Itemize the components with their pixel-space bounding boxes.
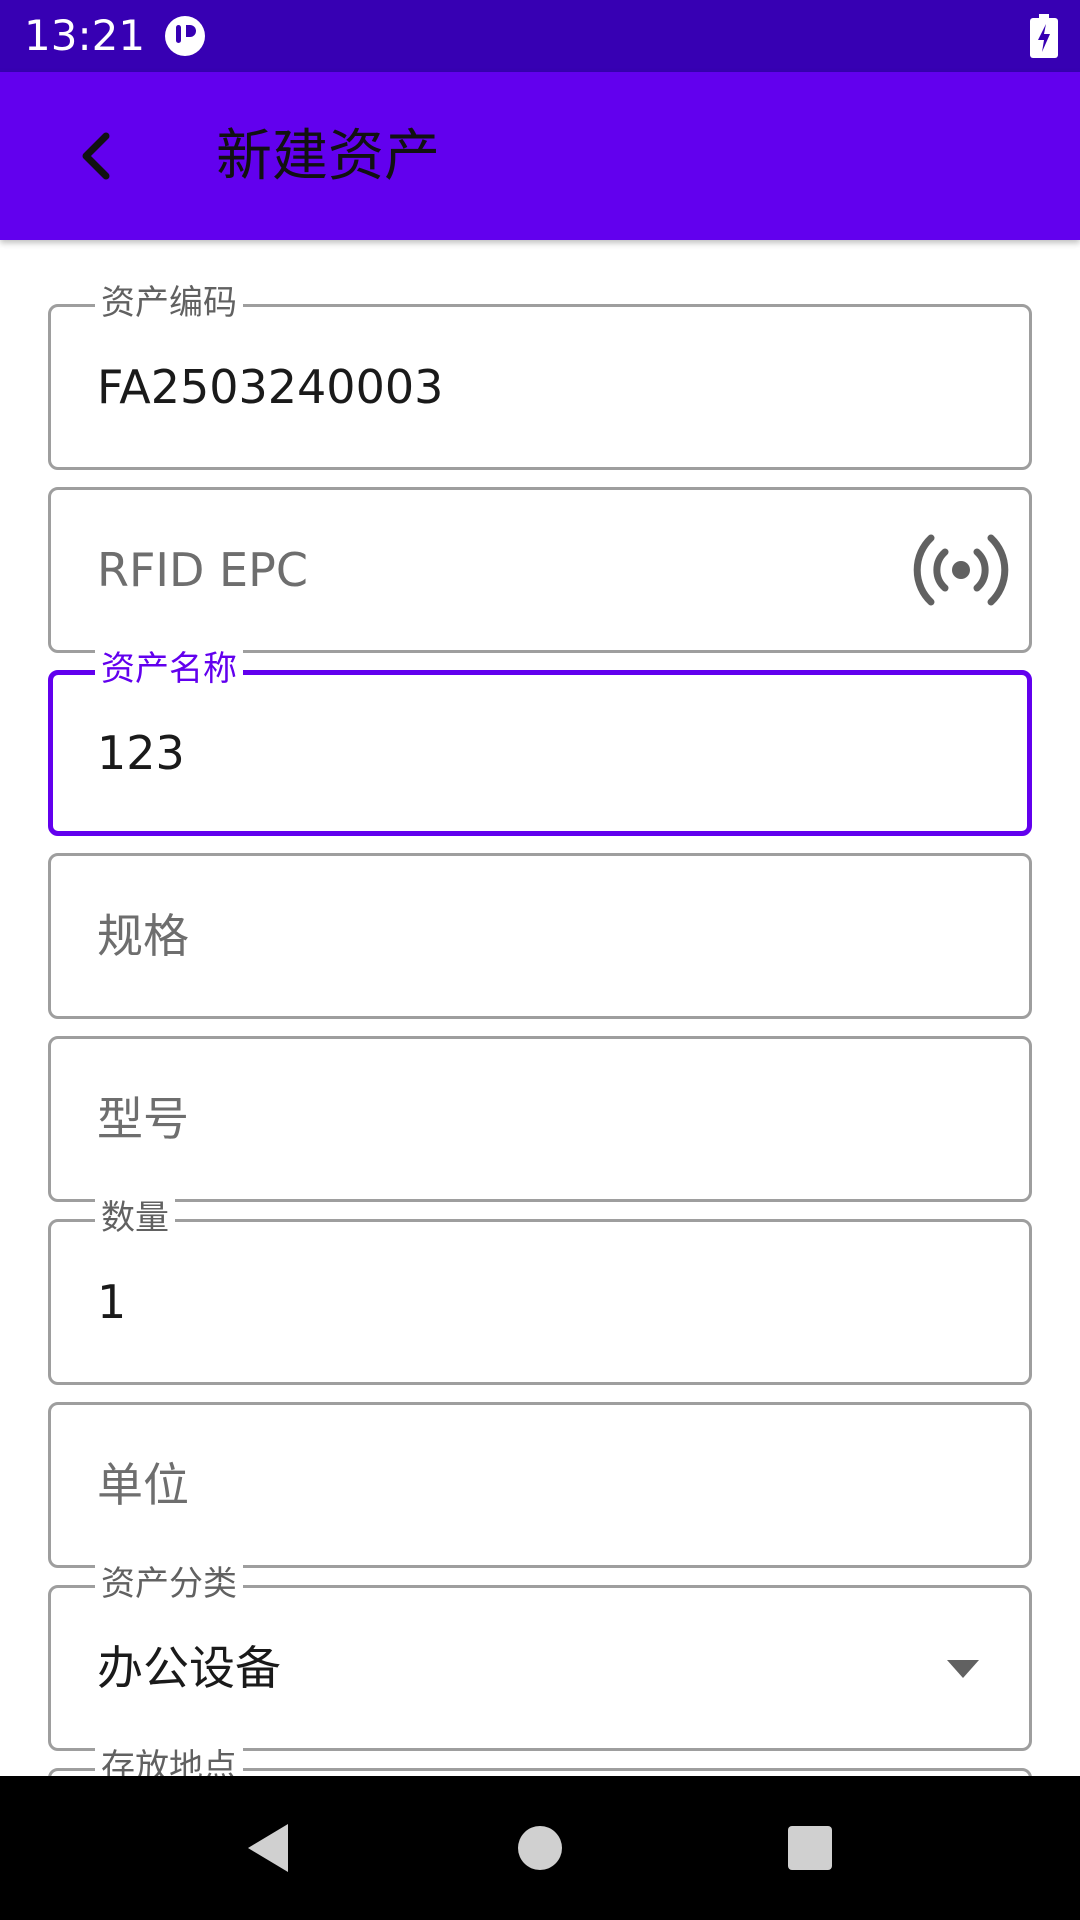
- app-notification-icon: [165, 16, 205, 56]
- location-field[interactable]: 存放地点: [48, 1745, 1032, 1776]
- nav-recents-icon: [788, 1826, 832, 1870]
- quantity-field[interactable]: 数量 1: [48, 1196, 1032, 1385]
- nav-back-button[interactable]: [226, 1806, 310, 1890]
- app-bar: 新建资产: [0, 72, 1080, 240]
- battery-charging-icon: [1030, 14, 1058, 58]
- category-value[interactable]: 办公设备: [97, 1588, 281, 1748]
- asset-form: 资产编码 FA2503240003 RFID EPC 资产名称 123 规格 型…: [0, 240, 1080, 1776]
- spec-placeholder: 规格: [97, 909, 189, 963]
- unit-placeholder: 单位: [97, 1458, 189, 1512]
- back-button[interactable]: [48, 108, 144, 204]
- nav-home-button[interactable]: [498, 1806, 582, 1890]
- nav-home-icon: [518, 1826, 562, 1870]
- asset-code-field[interactable]: 资产编码 FA2503240003: [48, 281, 1032, 470]
- system-nav-bar: [0, 1776, 1080, 1920]
- unit-field[interactable]: 单位: [48, 1402, 1032, 1568]
- model-field[interactable]: 型号: [48, 1036, 1032, 1202]
- rfid-scan-icon[interactable]: [913, 530, 1009, 610]
- nav-recents-button[interactable]: [768, 1806, 852, 1890]
- location-label: 存放地点: [95, 1745, 243, 1776]
- back-arrow-icon: [82, 132, 110, 180]
- rfid-epc-placeholder: RFID EPC: [97, 543, 308, 597]
- asset-code-value[interactable]: FA2503240003: [97, 307, 443, 467]
- rfid-epc-field[interactable]: RFID EPC: [48, 487, 1032, 653]
- page-title: 新建资产: [216, 124, 440, 189]
- nav-back-icon: [248, 1824, 288, 1872]
- category-dropdown[interactable]: 资产分类 办公设备: [48, 1562, 1032, 1751]
- asset-name-value[interactable]: 123: [97, 675, 185, 831]
- dropdown-arrow-icon[interactable]: [947, 1660, 979, 1678]
- status-time: 13:21: [24, 11, 146, 60]
- status-bar: 13:21: [0, 0, 1080, 72]
- model-placeholder: 型号: [97, 1092, 189, 1146]
- quantity-value[interactable]: 1: [97, 1222, 126, 1382]
- spec-field[interactable]: 规格: [48, 853, 1032, 1019]
- asset-name-field[interactable]: 资产名称 123: [48, 647, 1032, 836]
